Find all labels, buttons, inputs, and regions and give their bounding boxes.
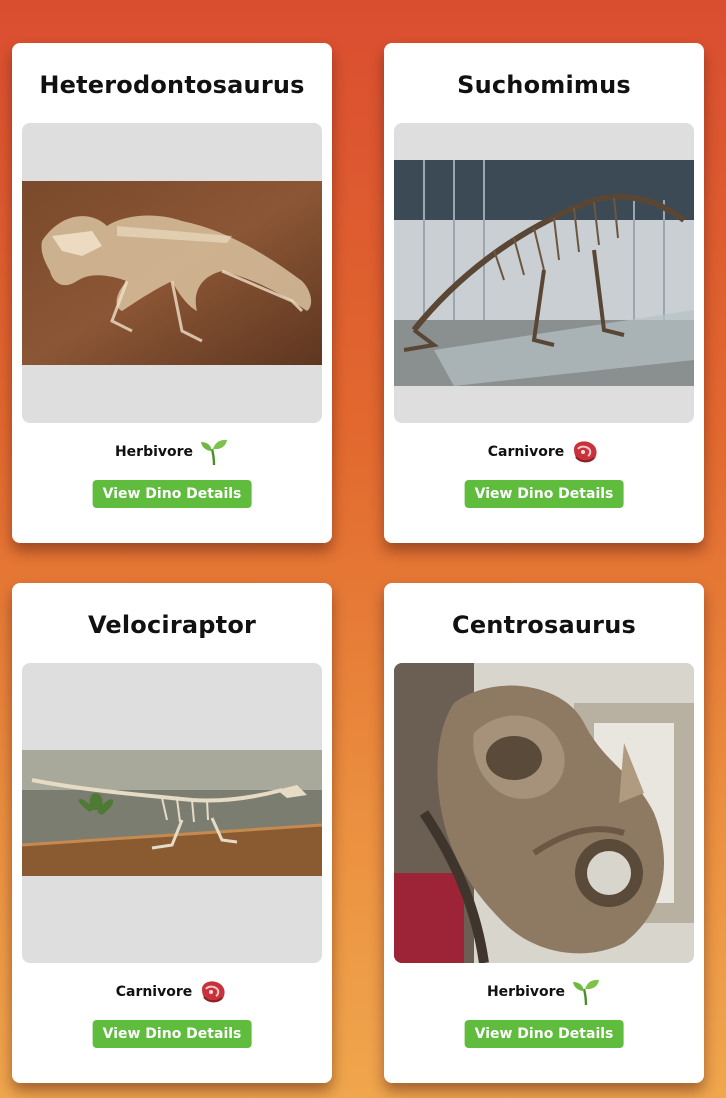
- view-dino-details-button[interactable]: View Dino Details: [92, 480, 252, 508]
- dino-name: Centrosaurus: [452, 611, 636, 639]
- dino-name: Heterodontosaurus: [39, 71, 305, 99]
- horned-skull-image: [394, 663, 694, 963]
- dino-photo: [22, 123, 322, 423]
- diet-label: Carnivore: [487, 444, 565, 460]
- diet-label: Herbivore: [486, 984, 566, 1000]
- dino-photo: [22, 663, 322, 963]
- museum-skeleton-image: [394, 160, 694, 386]
- meat-icon: [574, 441, 597, 463]
- diet-row: Herbivore: [384, 977, 704, 1007]
- dino-card-suchomimus: Suchomimus Carnivore View Dino Details: [384, 43, 704, 543]
- view-dino-details-button[interactable]: View Dino Details: [92, 1020, 252, 1048]
- dino-photo: [394, 663, 694, 963]
- diet-row: Carnivore: [384, 437, 704, 467]
- dino-card-grid: Heterodontosaurus Herbivore View Dino De…: [12, 43, 704, 1083]
- diet-label: Carnivore: [115, 984, 193, 1000]
- dino-card-centrosaurus: Centrosaurus Herbivore View Dino Details: [384, 583, 704, 1083]
- seedling-icon: [201, 439, 228, 466]
- meat-icon: [202, 981, 225, 1003]
- diet-row: Carnivore: [12, 977, 332, 1007]
- dino-photo: [394, 123, 694, 423]
- display-table-skeleton-image: [22, 750, 322, 876]
- dino-card-heterodontosaurus: Heterodontosaurus Herbivore View Dino De…: [12, 43, 332, 543]
- dino-name: Velociraptor: [87, 611, 257, 639]
- view-dino-details-button[interactable]: View Dino Details: [464, 1020, 624, 1048]
- seedling-icon: [573, 979, 600, 1006]
- dino-card-velociraptor: Velociraptor Carnivore View Dino Details: [12, 583, 332, 1083]
- diet-row: Herbivore: [12, 437, 332, 467]
- dino-name: Suchomimus: [457, 71, 631, 99]
- fossil-slab-image: [22, 181, 322, 365]
- view-dino-details-button[interactable]: View Dino Details: [464, 480, 624, 508]
- diet-label: Herbivore: [114, 444, 194, 460]
